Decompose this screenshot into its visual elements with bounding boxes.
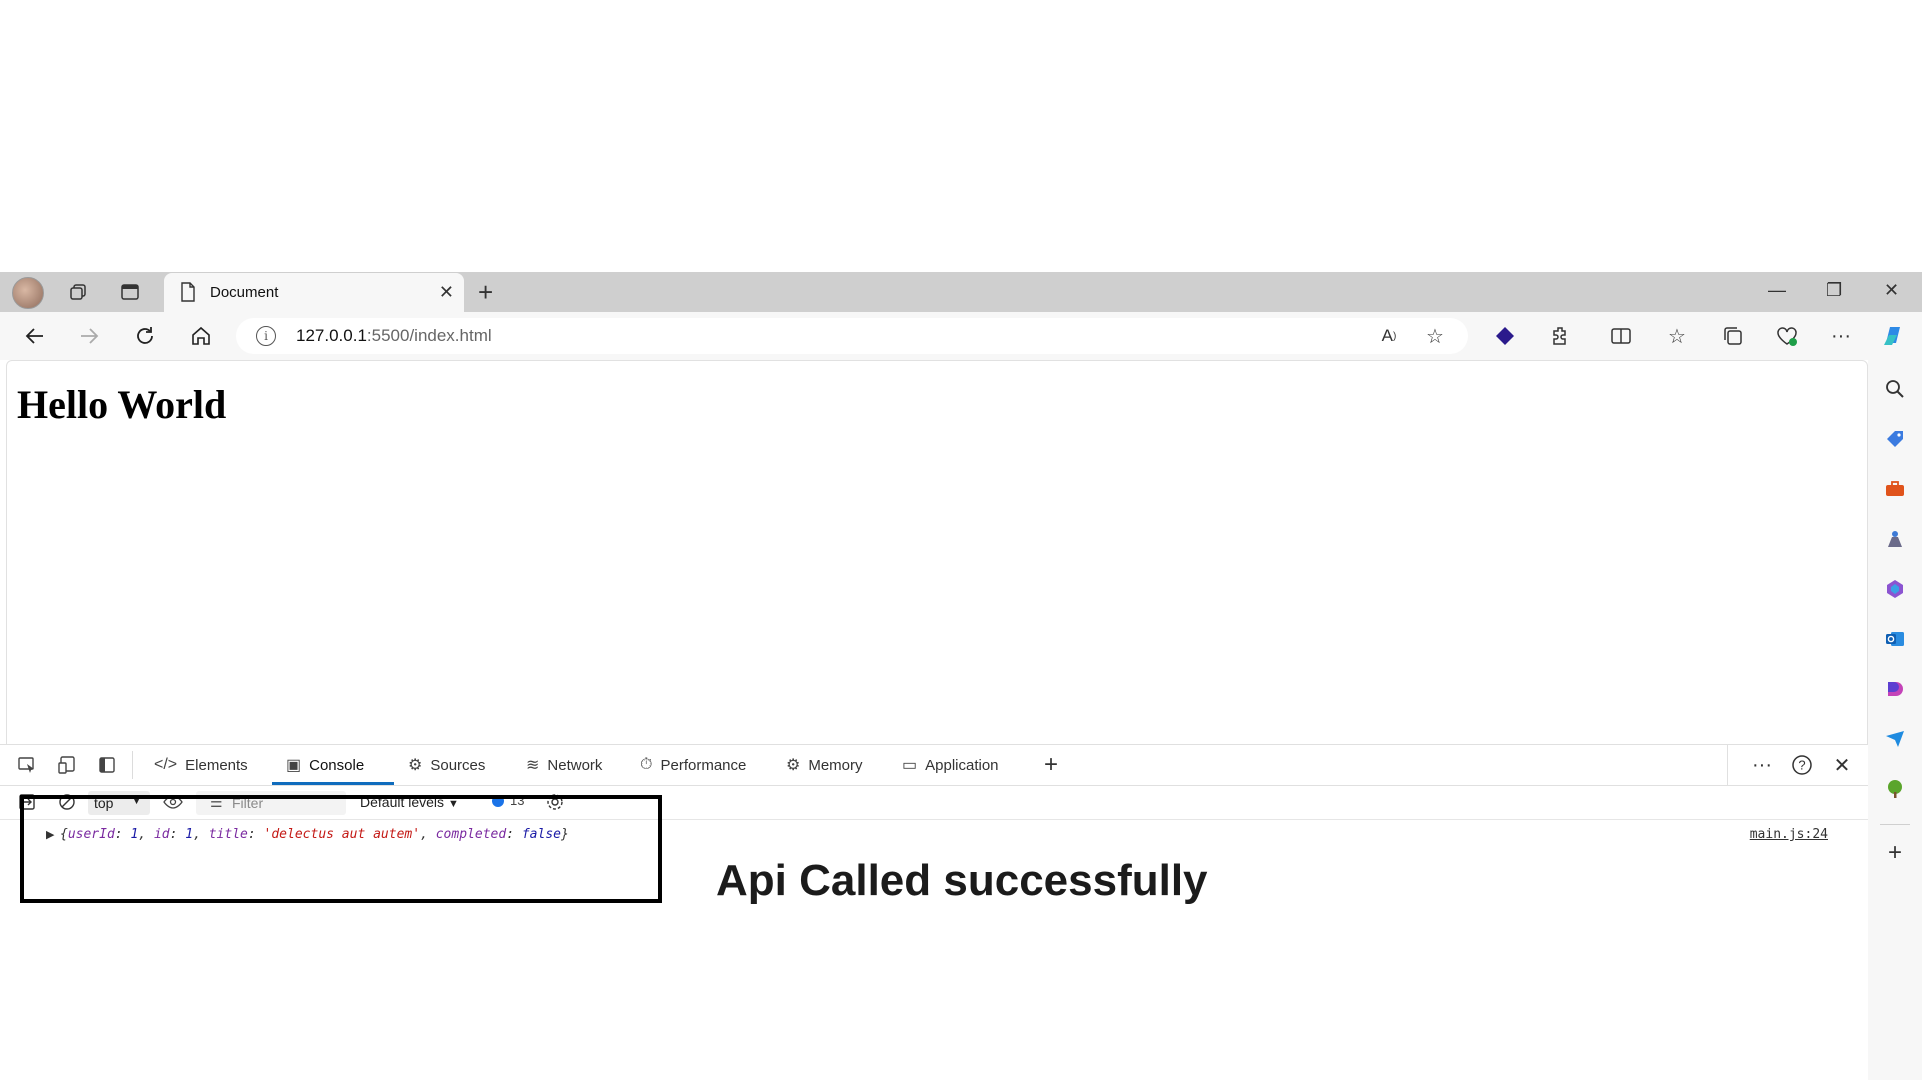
back-icon[interactable] — [20, 322, 50, 350]
tab-memory[interactable]: ⚙ Memory — [772, 745, 877, 785]
favorite-star-icon[interactable]: ☆ — [1420, 322, 1450, 350]
add-icon[interactable]: + — [1882, 839, 1908, 866]
office-icon[interactable] — [1882, 576, 1908, 602]
edge-sidebar: + — [1868, 360, 1922, 1080]
browser-toolbar: i 127.0.0.1:5500/index.html A) ☆ ☆ ··· — [0, 312, 1922, 386]
designer-icon[interactable] — [1882, 676, 1908, 702]
tree-icon[interactable] — [1882, 776, 1908, 802]
devtools-controls: ··· ? ✕ — [1727, 745, 1868, 785]
tab-performance-label: Performance — [660, 756, 747, 774]
profile-avatar[interactable] — [12, 277, 44, 309]
read-aloud-icon[interactable]: A) — [1374, 322, 1404, 350]
help-icon[interactable]: ? — [1790, 754, 1814, 776]
tab-memory-label: Memory — [808, 756, 863, 774]
vertical-tabs-icon[interactable] — [114, 278, 146, 306]
tab-title: Document — [210, 284, 279, 301]
tab-document[interactable]: Document ✕ — [164, 273, 464, 312]
favorites-icon[interactable]: ☆ — [1662, 322, 1692, 350]
browser-essentials-icon[interactable] — [1772, 322, 1802, 350]
page-heading: Hello World — [17, 382, 227, 427]
performance-icon: ⏱ — [640, 756, 653, 773]
tab-performance[interactable]: ⏱ Performance — [626, 745, 760, 785]
page-icon — [180, 282, 196, 307]
inspect-element-icon[interactable] — [16, 754, 38, 776]
tab-elements[interactable]: </> Elements — [140, 745, 262, 785]
network-wifi-icon: ≋ — [526, 757, 540, 774]
svg-text:?: ? — [1798, 758, 1805, 773]
tab-application[interactable]: ▭ Application — [888, 745, 1013, 785]
more-icon[interactable]: ··· — [1826, 322, 1856, 350]
minimize-button[interactable]: — — [1768, 280, 1786, 301]
extensions-icon[interactable] — [1546, 322, 1576, 350]
url-path: :5500/index.html — [366, 326, 492, 345]
send-icon[interactable] — [1882, 726, 1908, 752]
sources-bug-icon: ⚙ — [408, 757, 423, 774]
tab-console[interactable]: ▣ Console — [272, 745, 394, 785]
collections-icon[interactable] — [1718, 322, 1748, 350]
add-tool-button[interactable]: + — [1030, 745, 1072, 785]
tab-application-label: Application — [925, 756, 999, 774]
more-tools-icon[interactable]: ··· — [1750, 754, 1774, 776]
tab-sources-label: Sources — [430, 756, 486, 774]
devtools-divider — [132, 751, 133, 779]
tools-icon[interactable] — [1882, 476, 1908, 502]
dock-sidebar-icon[interactable] — [96, 754, 118, 776]
browser-window: Document ✕ + — ❐ ✕ i 127.0.0.1:5500/inde… — [0, 272, 1922, 1080]
refresh-icon[interactable] — [130, 322, 160, 350]
copilot-icon[interactable] — [1878, 322, 1908, 350]
address-bar[interactable]: i 127.0.0.1:5500/index.html A) ☆ — [236, 318, 1468, 354]
url-text[interactable]: 127.0.0.1:5500/index.html — [296, 326, 492, 346]
log-source-link[interactable]: main.js:24 — [1750, 827, 1828, 842]
home-icon[interactable] — [186, 322, 216, 350]
devtools-tab-bar: </> Elements ▣ Console ⚙ Sources ≋ Netwo… — [0, 744, 1868, 786]
memory-chip-icon: ⚙ — [786, 757, 801, 774]
annotation-caption: Api Called successfully — [716, 856, 1208, 905]
tab-close-button[interactable]: ✕ — [439, 282, 454, 303]
site-info-icon[interactable]: i — [256, 326, 276, 346]
tab-network[interactable]: ≋ Network — [512, 745, 616, 785]
tab-strip: Document ✕ + — ❐ ✕ — [0, 272, 1922, 312]
games-icon[interactable] — [1882, 526, 1908, 552]
sidebar-divider — [1880, 824, 1910, 825]
close-window-button[interactable]: ✕ — [1884, 280, 1899, 301]
workspaces-icon[interactable] — [62, 278, 94, 306]
tab-console-label: Console — [309, 756, 365, 774]
search-icon[interactable] — [1882, 376, 1908, 402]
tab-network-label: Network — [547, 756, 603, 774]
split-screen-icon[interactable] — [1606, 322, 1636, 350]
outlook-icon[interactable] — [1882, 626, 1908, 652]
tab-elements-label: Elements — [185, 756, 248, 774]
console-icon: ▣ — [286, 757, 302, 774]
close-devtools-icon[interactable]: ✕ — [1830, 754, 1854, 777]
tab-sources[interactable]: ⚙ Sources — [394, 745, 499, 785]
forward-icon — [74, 322, 104, 350]
elements-icon: </> — [154, 756, 178, 773]
maximize-button[interactable]: ❐ — [1826, 280, 1842, 301]
extension-shield-icon[interactable] — [1490, 322, 1520, 350]
application-icon: ▭ — [902, 757, 918, 774]
url-host: 127.0.0.1 — [296, 326, 367, 345]
device-emulation-icon[interactable] — [56, 754, 78, 776]
new-tab-button[interactable]: + — [478, 278, 493, 306]
shopping-tag-icon[interactable] — [1882, 426, 1908, 452]
highlight-box — [20, 795, 662, 903]
